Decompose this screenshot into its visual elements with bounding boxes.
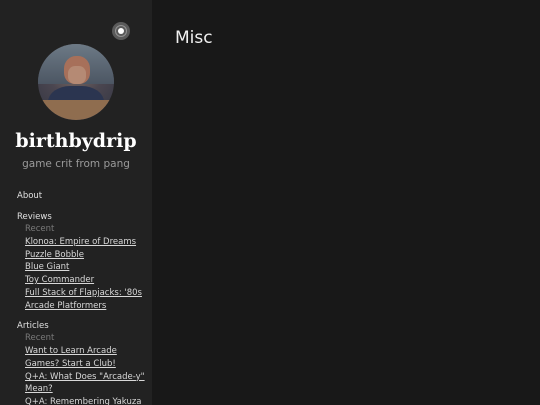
sidebar-nav: About Reviews Recent Klonoa: Empire of D… xyxy=(17,191,147,405)
articles-recent-label: Recent xyxy=(25,333,55,344)
review-link[interactable]: Full Stack of Flapjacks: '80s Arcade Pla… xyxy=(25,287,147,312)
avatar[interactable] xyxy=(38,44,114,120)
avatar-table xyxy=(38,100,114,120)
review-link[interactable]: Toy Commander xyxy=(25,274,147,287)
theme-toggle-button[interactable] xyxy=(112,22,130,40)
articles-list: Recent Want to Learn Arcade Games? Start… xyxy=(25,333,147,405)
sun-icon xyxy=(118,28,124,34)
review-link[interactable]: Blue Giant xyxy=(25,261,147,274)
nav-articles-label[interactable]: Articles xyxy=(17,321,147,331)
nav-about-link[interactable]: About xyxy=(17,191,147,201)
article-link[interactable]: Q+A: What Does "Arcade-y" Mean? xyxy=(25,371,147,396)
site-tagline: game crit from pang xyxy=(22,158,130,170)
sidebar: birthbydrip game crit from pang About Re… xyxy=(0,0,152,405)
reviews-list: Recent Klonoa: Empire of Dreams Puzzle B… xyxy=(25,224,147,312)
nav-reviews-label[interactable]: Reviews xyxy=(17,212,147,222)
reviews-recent-label: Recent xyxy=(25,224,55,234)
review-link[interactable]: Puzzle Bobble xyxy=(25,249,147,262)
site-title[interactable]: birthbydrip xyxy=(0,130,152,152)
avatar-face xyxy=(68,66,86,84)
article-link[interactable]: Q+A: Remembering Yakuza 3 xyxy=(25,396,147,405)
page-title: Misc xyxy=(175,28,213,48)
article-link[interactable]: Want to Learn Arcade Games? Start a Club… xyxy=(25,345,147,370)
review-link[interactable]: Klonoa: Empire of Dreams xyxy=(25,236,147,249)
